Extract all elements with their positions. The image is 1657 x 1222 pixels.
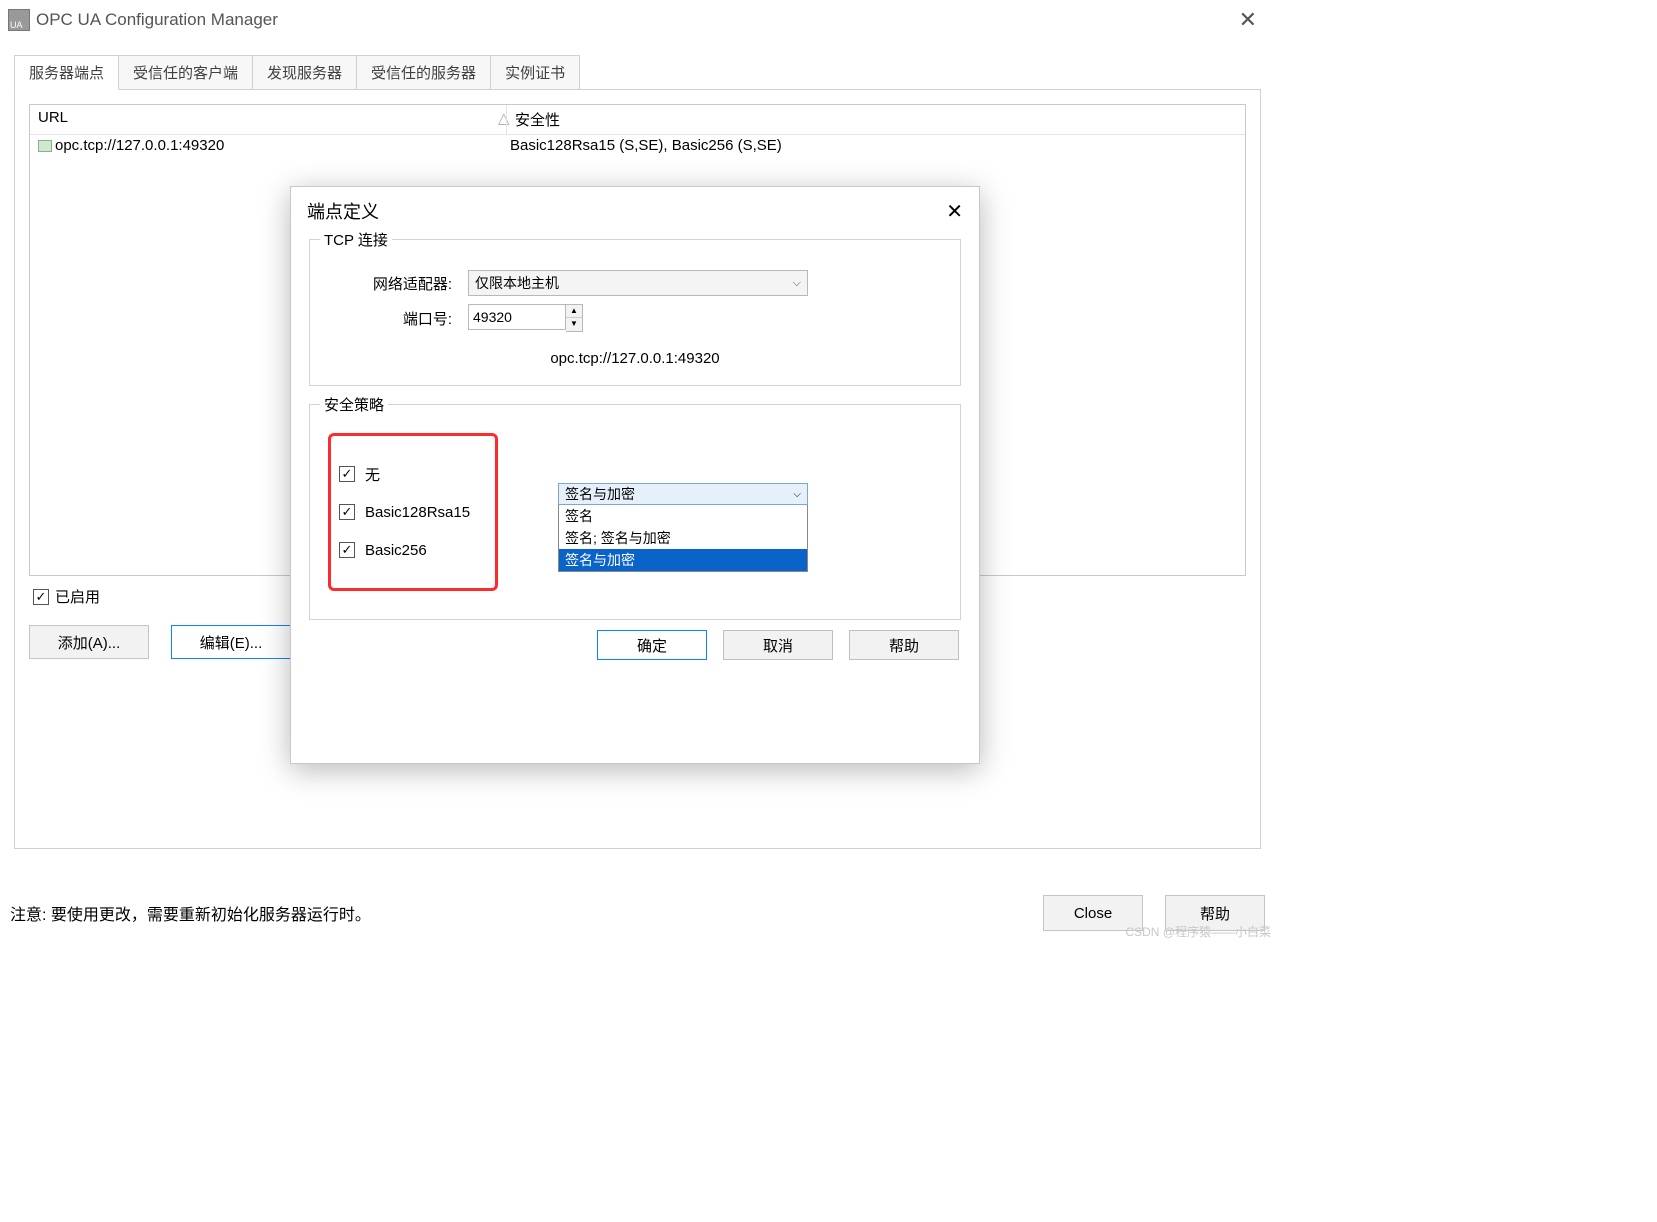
row-url: opc.tcp://127.0.0.1:49320 bbox=[55, 137, 224, 154]
policy-b128-checkbox[interactable]: ✓ bbox=[339, 504, 355, 520]
app-icon bbox=[8, 9, 30, 31]
endpoint-url: opc.tcp://127.0.0.1:49320 bbox=[328, 350, 942, 367]
dialog-title: 端点定义 bbox=[307, 198, 379, 224]
endpoint-icon bbox=[38, 140, 52, 152]
tab-trusted-clients[interactable]: 受信任的客户端 bbox=[119, 55, 253, 90]
sort-indicator-icon: △ bbox=[490, 105, 506, 134]
tcp-group: TCP 连接 网络适配器: 仅限本地主机 ⌵ 端口号: ▲ ▼ opc.t bbox=[309, 239, 961, 386]
port-label: 端口号: bbox=[328, 308, 468, 329]
policy-b256-label: Basic256 bbox=[365, 542, 427, 559]
adapter-label: 网络适配器: bbox=[328, 273, 468, 294]
b128-mode-combo[interactable]: 签名与加密 ⌵ bbox=[558, 483, 808, 505]
enabled-checkbox[interactable]: ✓ bbox=[33, 589, 49, 605]
list-header: URL △ 安全性 bbox=[30, 105, 1245, 135]
col-security[interactable]: 安全性 bbox=[506, 105, 1245, 134]
main-window: OPC UA Configuration Manager ✕ 服务器端点 受信任… bbox=[0, 0, 1275, 940]
policy-none-label: 无 bbox=[365, 464, 380, 485]
port-step-down[interactable]: ▼ bbox=[566, 318, 582, 331]
close-button[interactable]: Close bbox=[1043, 895, 1143, 931]
dialog-close-button[interactable]: ✕ bbox=[946, 199, 963, 224]
policy-none-checkbox[interactable]: ✓ bbox=[339, 466, 355, 482]
window-title: OPC UA Configuration Manager bbox=[36, 10, 278, 30]
combo-option[interactable]: 签名 bbox=[559, 505, 807, 527]
enabled-label: 已启用 bbox=[55, 586, 100, 607]
ok-button[interactable]: 确定 bbox=[597, 630, 707, 660]
combo-option-selected[interactable]: 签名与加密 bbox=[559, 549, 807, 571]
tcp-group-legend: TCP 连接 bbox=[320, 229, 392, 250]
port-step-up[interactable]: ▲ bbox=[566, 305, 582, 318]
window-close-button[interactable]: ✕ bbox=[1229, 5, 1267, 35]
tab-server-endpoints[interactable]: 服务器端点 bbox=[14, 55, 119, 90]
dialog-title-bar: 端点定义 ✕ bbox=[291, 187, 979, 235]
footer-note: 注意: 要使用更改，需要重新初始化服务器运行时。 bbox=[10, 901, 1043, 925]
combo-option[interactable]: 签名; 签名与加密 bbox=[559, 527, 807, 549]
port-input[interactable] bbox=[468, 304, 566, 330]
adapter-value: 仅限本地主机 bbox=[475, 273, 559, 293]
chevron-down-icon: ⌵ bbox=[793, 277, 801, 290]
security-group-legend: 安全策略 bbox=[320, 394, 388, 415]
row-security: Basic128Rsa15 (S,SE), Basic256 (S,SE) bbox=[502, 135, 1245, 156]
tab-trusted-servers[interactable]: 受信任的服务器 bbox=[357, 55, 491, 90]
b128-mode-value: 签名与加密 bbox=[565, 484, 635, 504]
help-button[interactable]: 帮助 bbox=[1165, 895, 1265, 931]
policy-highlight: ✓ 无 ✓ Basic128Rsa15 ✓ Basic256 bbox=[328, 433, 498, 591]
title-bar: OPC UA Configuration Manager ✕ bbox=[0, 0, 1275, 40]
edit-button[interactable]: 编辑(E)... bbox=[171, 625, 291, 659]
policy-b256-checkbox[interactable]: ✓ bbox=[339, 542, 355, 558]
adapter-select[interactable]: 仅限本地主机 ⌵ bbox=[468, 270, 808, 296]
security-group: 安全策略 ✓ 无 ✓ Basic128Rsa15 ✓ Basic256 签名与加… bbox=[309, 404, 961, 620]
cancel-button[interactable]: 取消 bbox=[723, 630, 833, 660]
footer-bar: 注意: 要使用更改，需要重新初始化服务器运行时。 Close 帮助 bbox=[0, 886, 1275, 940]
tab-instance-cert[interactable]: 实例证书 bbox=[491, 55, 580, 90]
dialog-button-row: 确定 取消 帮助 bbox=[291, 630, 959, 660]
tab-strip: 服务器端点 受信任的客户端 发现服务器 受信任的服务器 实例证书 bbox=[0, 54, 1275, 89]
col-url[interactable]: URL bbox=[30, 105, 490, 134]
port-spinner: ▲ ▼ bbox=[468, 304, 583, 332]
endpoint-definition-dialog: 端点定义 ✕ TCP 连接 网络适配器: 仅限本地主机 ⌵ 端口号: ▲ ▼ bbox=[290, 186, 980, 764]
tab-discovery-servers[interactable]: 发现服务器 bbox=[253, 55, 357, 90]
chevron-down-icon: ⌵ bbox=[793, 489, 801, 500]
policy-b128-label: Basic128Rsa15 bbox=[365, 504, 470, 521]
list-row[interactable]: opc.tcp://127.0.0.1:49320 Basic128Rsa15 … bbox=[30, 135, 1245, 156]
b128-mode-dropdown: 签名 签名; 签名与加密 签名与加密 bbox=[558, 505, 808, 572]
dialog-help-button[interactable]: 帮助 bbox=[849, 630, 959, 660]
add-button[interactable]: 添加(A)... bbox=[29, 625, 149, 659]
